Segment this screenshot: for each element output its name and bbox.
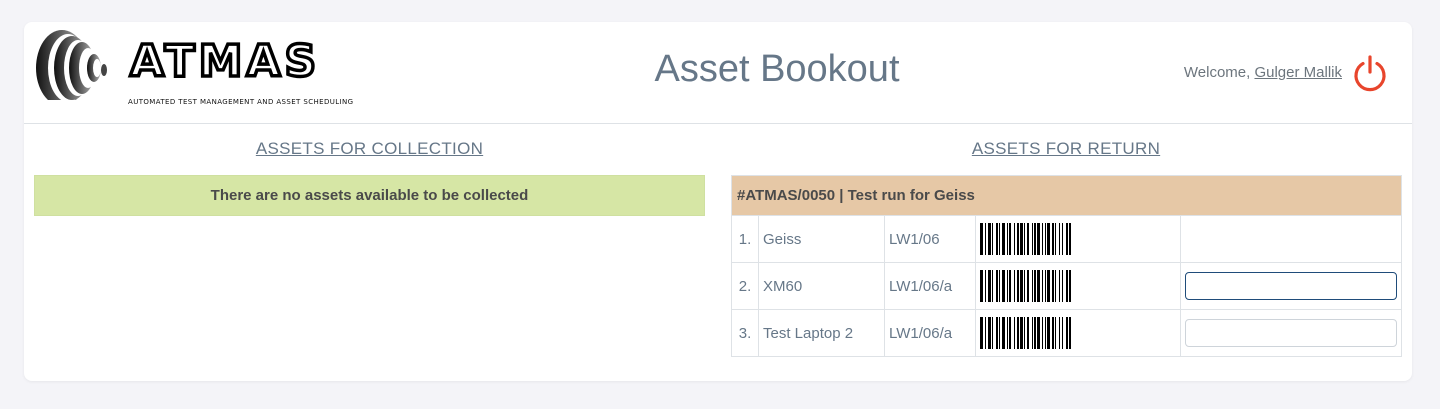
asset-name: XM60: [758, 262, 885, 310]
asset-name: Test Laptop 2: [758, 309, 885, 357]
return-section-title[interactable]: ASSETS FOR RETURN: [731, 139, 1401, 159]
row-number: 2.: [731, 262, 759, 310]
main-card: ATMAS AUTOMATED TEST MANAGEMENT AND ASSE…: [24, 22, 1412, 381]
row-number: 3.: [731, 309, 759, 357]
table-row: 3. Test Laptop 2 LW1/06/a: [731, 309, 1402, 357]
return-scan-input[interactable]: [1185, 272, 1397, 300]
input-cell: [1180, 262, 1402, 310]
input-cell: [1180, 215, 1402, 263]
welcome-text: Welcome, Gulger Mallik: [1184, 64, 1342, 81]
input-cell: [1180, 309, 1402, 357]
table-row: 2. XM60 LW1/06/a: [731, 262, 1402, 310]
barcode: [980, 270, 1071, 302]
barcode-cell: [975, 215, 1181, 263]
logo-tagline: AUTOMATED TEST MANAGEMENT AND ASSET SCHE…: [128, 98, 354, 106]
asset-name: Geiss: [758, 215, 885, 263]
asset-location: LW1/06: [884, 215, 976, 263]
collection-empty-message: There are no assets available to be coll…: [34, 175, 705, 216]
return-scan-input[interactable]: [1185, 319, 1397, 347]
user-name-link[interactable]: Gulger Mallik: [1254, 64, 1342, 81]
barcode: [980, 317, 1071, 349]
logo-wordmark: ATMAS: [130, 36, 320, 87]
table-row: 1. Geiss LW1/06: [731, 215, 1402, 263]
logout-button[interactable]: [1352, 54, 1388, 92]
asset-location: LW1/06/a: [884, 309, 976, 357]
welcome-prefix: Welcome,: [1183, 64, 1255, 81]
page-header: ATMAS AUTOMATED TEST MANAGEMENT AND ASSE…: [24, 22, 1412, 124]
barcode-cell: [975, 262, 1181, 310]
asset-location: LW1/06/a: [884, 262, 976, 310]
return-group-header: #ATMAS/0050 | Test run for Geiss: [731, 175, 1402, 216]
barcode: [980, 223, 1071, 255]
power-icon: [1354, 55, 1386, 92]
collection-section-title[interactable]: ASSETS FOR COLLECTION: [34, 139, 705, 159]
row-number: 1.: [731, 215, 759, 263]
return-group-row: #ATMAS/0050 | Test run for Geiss: [731, 175, 1402, 216]
return-assets-table: #ATMAS/0050 | Test run for Geiss 1. Geis…: [731, 175, 1402, 357]
logo-graphic: ATMAS: [36, 30, 320, 106]
page-title: Asset Bookout: [654, 48, 900, 90]
barcode-cell: [975, 309, 1181, 357]
